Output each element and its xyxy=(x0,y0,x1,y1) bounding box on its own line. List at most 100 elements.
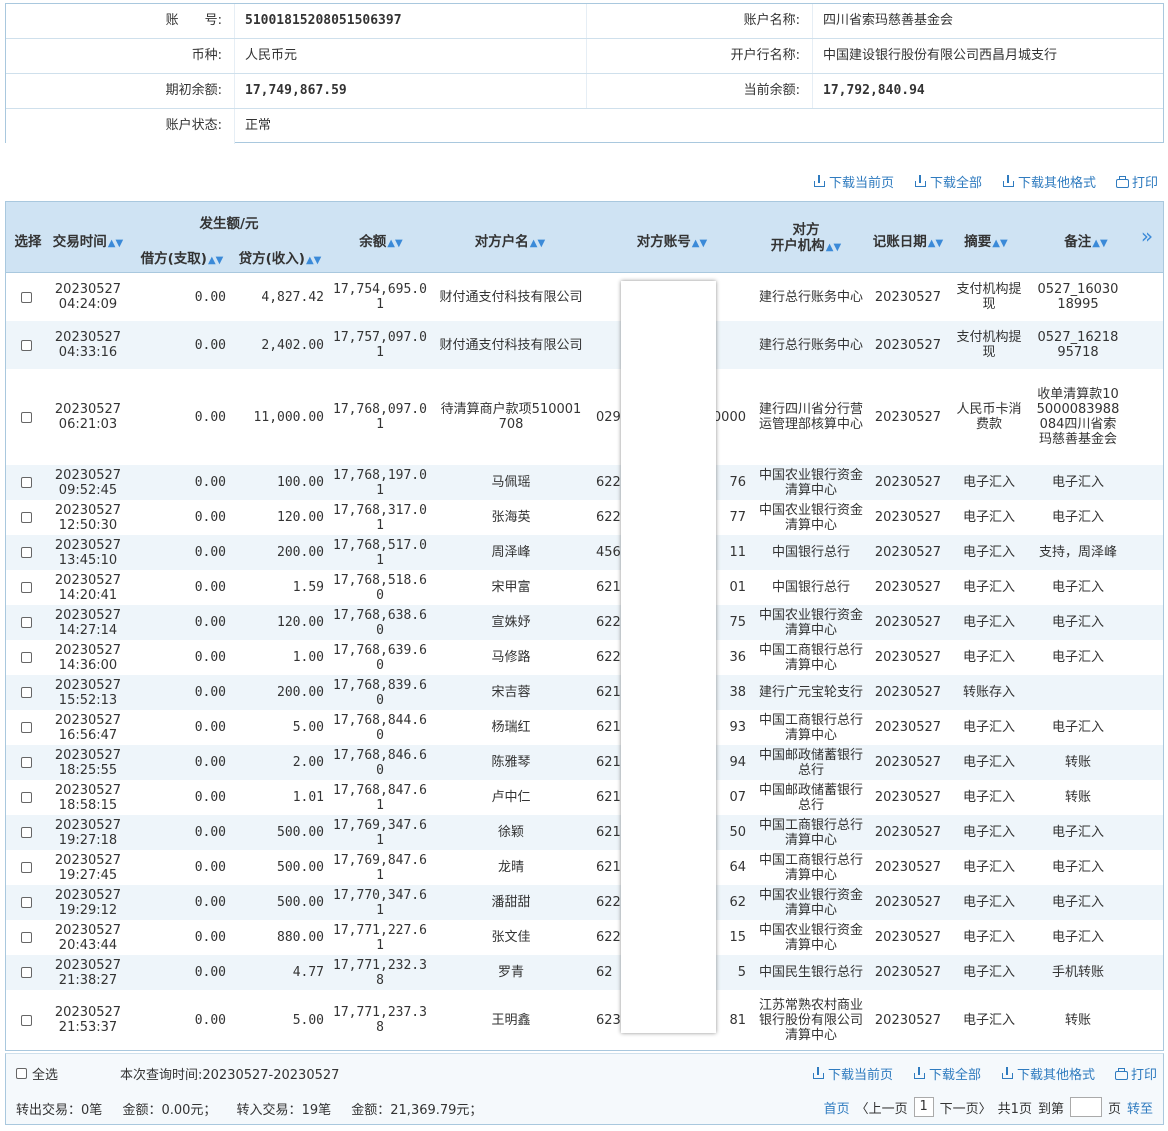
header-balance[interactable]: 余额▲▼ xyxy=(336,230,426,250)
cell-debit: 0.00 xyxy=(194,475,226,490)
current-balance-label: 当前余额: xyxy=(586,74,812,108)
row-checkbox[interactable] xyxy=(20,722,32,733)
row-checkbox[interactable] xyxy=(20,792,32,803)
cell-balance: 17,768,638.60 xyxy=(333,607,427,638)
account-info-panel: 账 号: 51001815208051506397 账户名称: 四川省索玛慈善基… xyxy=(5,3,1164,144)
download-all-link-bottom[interactable]: 下载全部 xyxy=(913,1064,981,1083)
cell-post: 20230527 xyxy=(874,337,942,353)
row-checkbox[interactable] xyxy=(20,339,32,351)
table-row[interactable]: 20230527 06:21:03 0.00 11,000.00 17,768,097.… xyxy=(6,369,1163,465)
row-checkbox[interactable] xyxy=(20,411,32,423)
download-page-link-bottom[interactable]: 下载当前页 xyxy=(812,1064,893,1083)
cell-debit: 0.00 xyxy=(194,755,226,770)
select-all-checkbox[interactable] xyxy=(16,1068,27,1079)
table-row[interactable]: 20230527 18:58:15 0.00 1.01 17,768,847.61 卢中仁… xyxy=(6,780,1163,815)
row-checkbox[interactable] xyxy=(20,477,32,488)
cell-date-text: 20230527 xyxy=(54,712,122,728)
table-row[interactable]: 20230527 14:20:41 0.00 1.59 17,768,518.60 宋甲富… xyxy=(6,570,1163,605)
table-row[interactable]: 20230527 20:43:44 0.00 880.00 17,771,227.61 张… xyxy=(6,920,1163,955)
status-label: 账户状态: xyxy=(6,109,234,144)
cell-post: 20230527 xyxy=(874,965,942,980)
row-checkbox[interactable] xyxy=(20,652,32,663)
table-row[interactable]: 20230527 04:24:09 0.00 4,827.42 17,754,695.0… xyxy=(6,273,1163,321)
header-credit[interactable]: 贷方(收入)▲▼ xyxy=(232,247,328,267)
cell-post: 20230527 xyxy=(874,615,942,630)
download-other-link[interactable]: 下载其他格式 xyxy=(1002,172,1096,191)
bottom-toolbar: 下载当前页 下载全部 下载其他格式 打印 xyxy=(792,1064,1157,1083)
header-counterparty-account[interactable]: 对方账号▲▼ xyxy=(602,230,742,250)
cell-remark xyxy=(1036,675,1120,710)
table-row[interactable]: 20230527 19:27:18 0.00 500.00 17,769,347.61 徐… xyxy=(6,815,1163,850)
cell-time-text: 19:27:45 xyxy=(58,867,118,883)
download-all-link[interactable]: 下载全部 xyxy=(914,172,982,191)
cell-post: 20230527 xyxy=(874,545,942,560)
row-checkbox[interactable] xyxy=(20,512,32,523)
current-page[interactable]: 1 xyxy=(913,1097,934,1117)
header-post-date[interactable]: 记账日期▲▼ xyxy=(868,230,948,250)
cell-balance: 17,768,097.01 xyxy=(333,402,427,432)
cell-credit: 120.00 xyxy=(277,510,324,525)
cell-post: 20230527 xyxy=(874,580,942,595)
header-remark[interactable]: 备注▲▼ xyxy=(1036,230,1136,250)
select-all-control[interactable]: 全选 xyxy=(16,1064,58,1083)
cell-time: 20230527 14:36:00 xyxy=(48,640,128,675)
table-row[interactable]: 20230527 14:27:14 0.00 120.00 17,768,638.60 宣… xyxy=(6,605,1163,640)
row-checkbox[interactable] xyxy=(20,967,32,978)
row-checkbox[interactable] xyxy=(20,932,32,943)
header-debit[interactable]: 借方(支取)▲▼ xyxy=(134,247,230,267)
table-row[interactable]: 20230527 14:36:00 0.00 1.00 17,768,639.60 马修路… xyxy=(6,640,1163,675)
table-row[interactable]: 20230527 13:45:10 0.00 200.00 17,768,517.01 周… xyxy=(6,535,1163,570)
table-row[interactable]: 20230527 04:33:16 0.00 2,402.00 17,757,097.0… xyxy=(6,321,1163,369)
prev-page-link[interactable]: 〈上一页 xyxy=(856,1098,908,1117)
cell-post: 20230527 xyxy=(874,685,942,700)
cell-time-text: 09:52:45 xyxy=(58,482,118,498)
table-row[interactable]: 20230527 09:52:45 0.00 100.00 17,768,197.01 马… xyxy=(6,465,1163,500)
print-link-bottom[interactable]: 打印 xyxy=(1114,1064,1157,1083)
row-checkbox[interactable] xyxy=(20,1014,32,1026)
next-page-link[interactable]: 下一页〉 xyxy=(940,1098,992,1117)
row-checkbox[interactable] xyxy=(20,862,32,873)
download-page-link[interactable]: 下载当前页 xyxy=(813,172,894,191)
cell-select xyxy=(6,273,46,321)
header-counterparty-name[interactable]: 对方户名▲▼ xyxy=(438,230,582,250)
table-row[interactable]: 20230527 16:56:47 0.00 5.00 17,768,844.60 杨瑞红… xyxy=(6,710,1163,745)
row-checkbox[interactable] xyxy=(20,617,32,628)
cell-balance: 17,768,639.60 xyxy=(333,642,427,673)
row-checkbox[interactable] xyxy=(20,687,32,698)
more-columns-icon[interactable]: » xyxy=(1134,224,1160,248)
cell-date-text: 20230527 xyxy=(54,817,122,833)
print-icon xyxy=(1114,1067,1128,1080)
pagination: 首页 〈上一页 1 下一页〉 共1页 到第 页 转至 xyxy=(824,1097,1153,1117)
row-checkbox[interactable] xyxy=(20,547,32,558)
goto-page-input[interactable] xyxy=(1069,1097,1102,1117)
print-link[interactable]: 打印 xyxy=(1115,172,1158,191)
row-checkbox[interactable] xyxy=(20,582,32,593)
cell-name: 宣姝妤 xyxy=(491,615,531,630)
cell-date-text: 20230527 xyxy=(54,677,122,693)
table-row[interactable]: 20230527 15:52:13 0.00 200.00 17,768,839.60 宋… xyxy=(6,675,1163,710)
goto-label: 到第 xyxy=(1037,1101,1064,1117)
cell-summary: 电子汇入 xyxy=(962,860,1015,875)
first-page-link[interactable]: 首页 xyxy=(824,1098,850,1117)
header-counterparty-bank[interactable]: 对方 开户机构▲▼ xyxy=(746,222,866,256)
table-row[interactable]: 20230527 12:50:30 0.00 120.00 17,768,317.01 张… xyxy=(6,500,1163,535)
row-checkbox[interactable] xyxy=(20,757,32,768)
cell-remark: 电子汇入 xyxy=(1051,720,1104,735)
download-other-link-bottom[interactable]: 下载其他格式 xyxy=(1001,1064,1095,1083)
cell-name: 罗青 xyxy=(497,965,524,980)
header-summary[interactable]: 摘要▲▼ xyxy=(950,230,1022,250)
table-row[interactable]: 20230527 21:38:27 0.00 4.77 17,771,232.38 罗青 6… xyxy=(6,955,1163,990)
row-checkbox[interactable] xyxy=(20,897,32,908)
table-footer: 全选 本次查询时间:20230527-20230527 下载当前页 下载全部 下… xyxy=(5,1053,1164,1125)
row-checkbox[interactable] xyxy=(20,827,32,838)
table-row[interactable]: 20230527 19:29:12 0.00 500.00 17,770,347.61 潘… xyxy=(6,885,1163,920)
sort-icon: ▲▼ xyxy=(305,255,322,266)
goto-button[interactable]: 转至 xyxy=(1127,1098,1153,1117)
header-time[interactable]: 交易时间▲▼ xyxy=(48,230,128,250)
cell-date-text: 20230527 xyxy=(54,852,122,868)
cell-bank: 中国农业银行资金清算中心 xyxy=(758,922,863,953)
table-row[interactable]: 20230527 19:27:45 0.00 500.00 17,769,847.61 龙… xyxy=(6,850,1163,885)
row-checkbox[interactable] xyxy=(20,291,32,303)
table-row[interactable]: 20230527 21:53:37 0.00 5.00 17,771,237.38 王明鑫… xyxy=(6,990,1163,1050)
table-row[interactable]: 20230527 18:25:55 0.00 2.00 17,768,846.60 陈雅琴… xyxy=(6,745,1163,780)
